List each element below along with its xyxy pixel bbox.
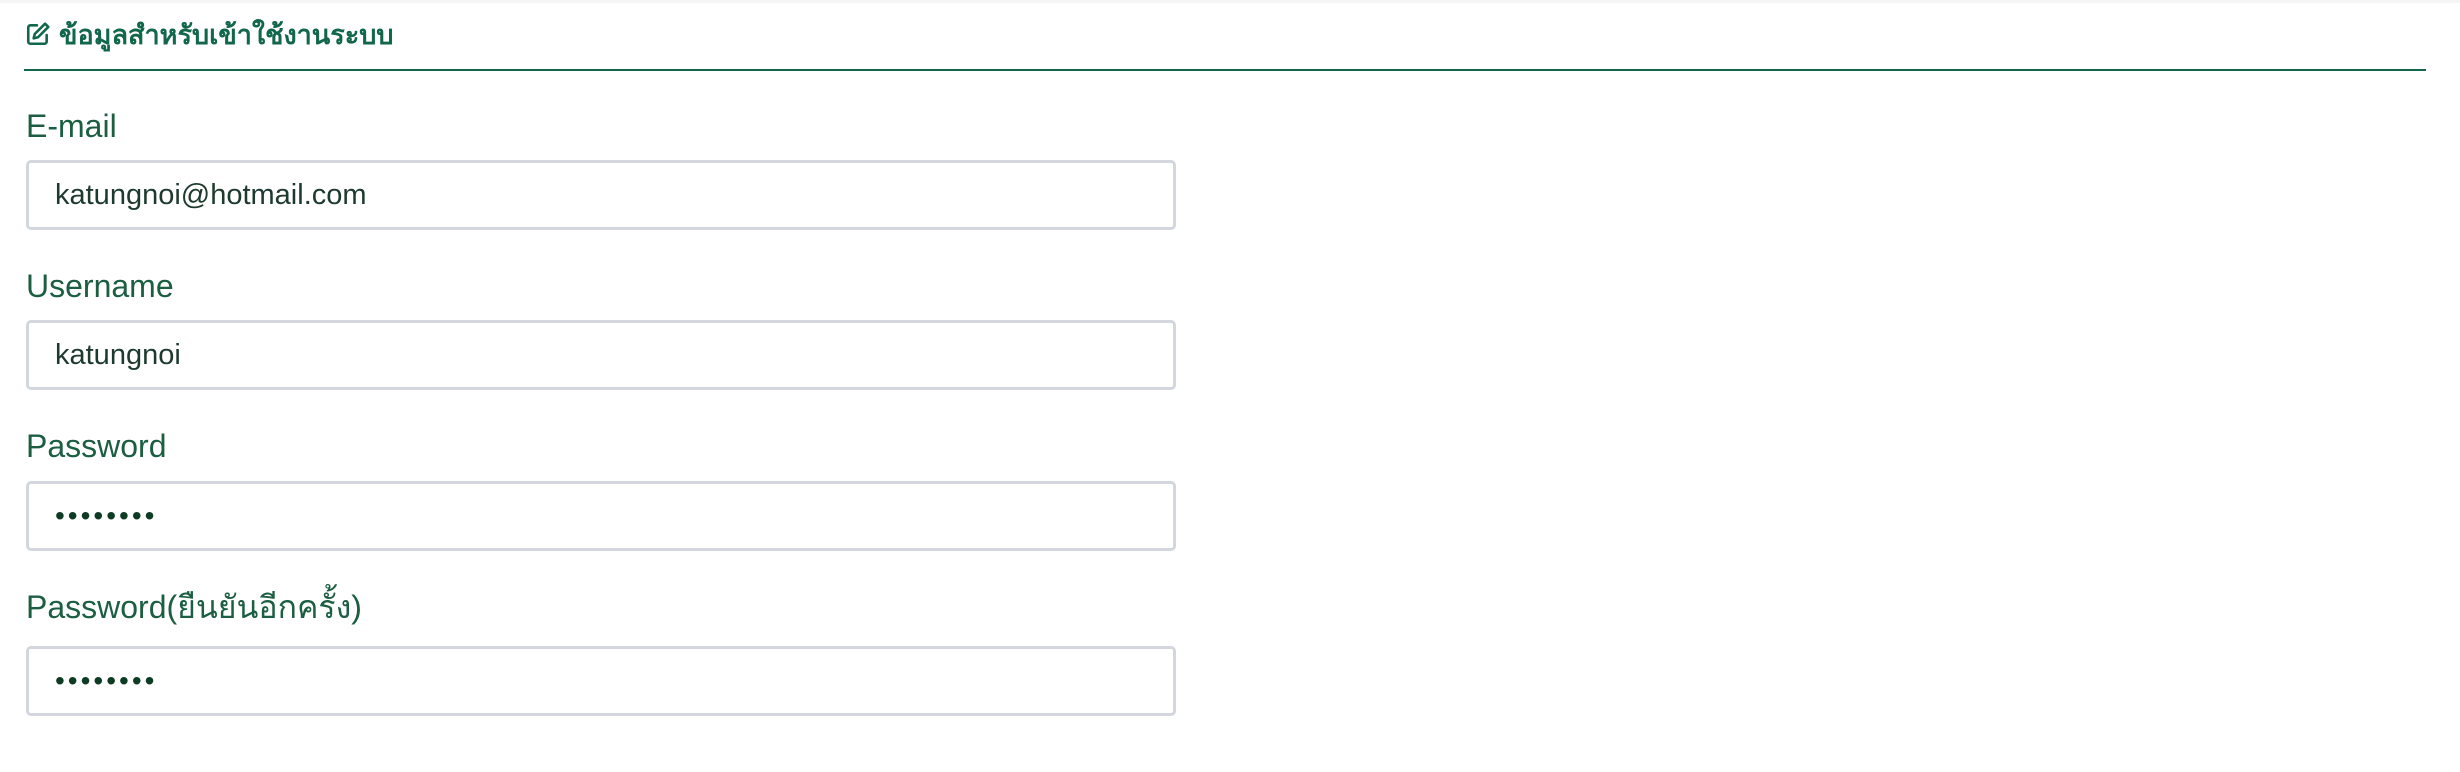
edit-icon — [25, 21, 51, 47]
email-value: katungnoi@hotmail.com — [55, 178, 367, 211]
email-field[interactable]: katungnoi@hotmail.com — [26, 160, 1176, 230]
section-title: ข้อมูลสำหรับเข้าใช้งานระบบ — [59, 19, 394, 50]
password-confirm-label: Password(ยืนยันอีกครั้ง) — [26, 589, 362, 625]
top-strip — [0, 0, 2460, 3]
section-header: ข้อมูลสำหรับเข้าใช้งานระบบ — [25, 18, 394, 50]
username-label: Username — [26, 268, 174, 304]
password-confirm-value: •••••••• — [55, 665, 158, 696]
username-value: katungnoi — [55, 338, 181, 371]
password-field[interactable]: •••••••• — [26, 481, 1176, 551]
password-label: Password — [26, 428, 167, 464]
username-field[interactable]: katungnoi — [26, 320, 1176, 390]
password-confirm-field[interactable]: •••••••• — [26, 646, 1176, 716]
email-label: E-mail — [26, 108, 117, 144]
section-divider — [24, 69, 2426, 71]
password-value: •••••••• — [55, 500, 158, 531]
